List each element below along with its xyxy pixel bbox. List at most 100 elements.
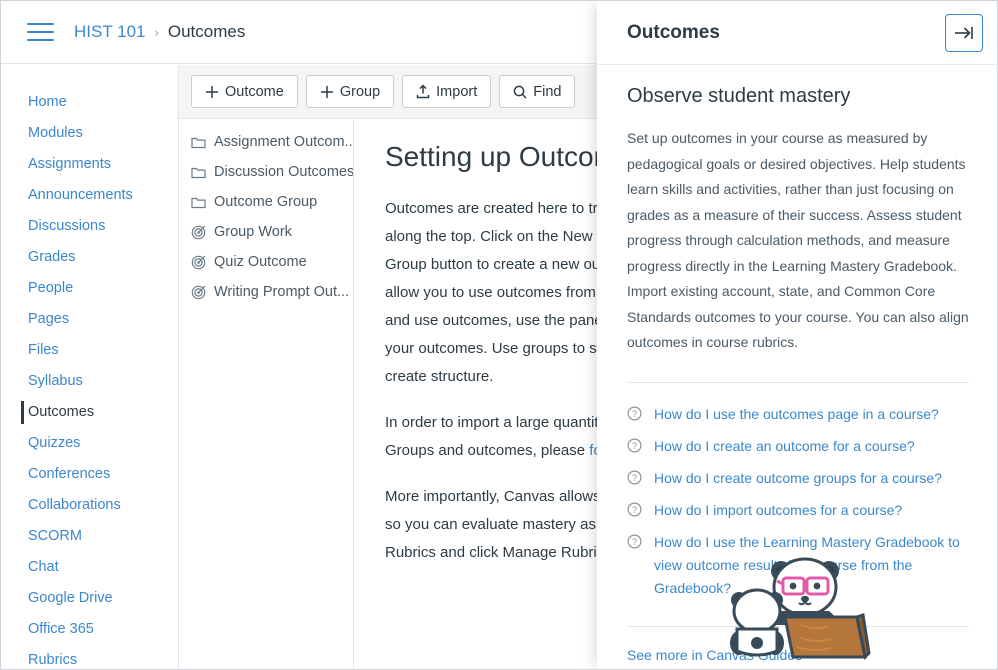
sidebar-item-label: Home (28, 94, 67, 110)
toolbar-button-label: Group (340, 84, 380, 100)
toolbar-button-label: Outcome (225, 84, 284, 100)
question-mark-circle-icon: ? (627, 406, 642, 426)
sidebar-item-files[interactable]: Files (1, 335, 178, 366)
sidebar-item-modules[interactable]: Modules (1, 118, 178, 149)
breadcrumb-course-link[interactable]: HIST 101 (74, 22, 146, 42)
sidebar-item-conferences[interactable]: Conferences (1, 459, 178, 490)
sidebar-item-syllabus[interactable]: Syllabus (1, 366, 178, 397)
outcome-target-icon (191, 285, 206, 300)
help-link-row: ? How do I use the outcomes page in a cou… (627, 403, 969, 426)
sidebar-item-label: Rubrics (28, 652, 77, 668)
help-link[interactable]: How do I use the Learning Mastery Gradeb… (654, 531, 969, 600)
breadcrumb-current: Outcomes (168, 22, 245, 42)
svg-text:?: ? (632, 537, 637, 547)
sidebar-item-label: Conferences (28, 466, 110, 482)
sidebar-item-label: Modules (28, 125, 83, 141)
svg-text:?: ? (632, 441, 637, 451)
outcome-list-item[interactable]: Assignment Outcom... (179, 127, 353, 157)
plus-icon (205, 85, 219, 99)
sidebar-item-chat[interactable]: Chat (1, 552, 178, 583)
help-tray-panel: Outcomes Observe student mastery Set up … (597, 1, 997, 669)
sidebar-item-quizzes[interactable]: Quizzes (1, 428, 178, 459)
svg-text:?: ? (632, 505, 637, 515)
help-links-list: ? How do I use the outcomes page in a cou… (627, 403, 969, 600)
sidebar-item-label: Announcements (28, 187, 133, 203)
canvas-outcomes-page: HIST 101 › Outcomes Home Modules Assignmen… (0, 0, 998, 670)
find-button[interactable]: Find (499, 75, 575, 108)
sidebar-item-outcomes[interactable]: Outcomes (1, 397, 178, 428)
tray-divider-top (627, 382, 969, 383)
outcome-directory-list: Assignment Outcom... Discussion Outcomes O… (179, 118, 354, 669)
sidebar-item-label: Office 365 (28, 621, 94, 637)
sidebar-item-label: Google Drive (28, 590, 113, 606)
folder-icon (191, 196, 206, 209)
tray-description: Set up outcomes in your course as measur… (627, 126, 969, 356)
outcome-list-item[interactable]: Group Work (179, 217, 353, 247)
outcome-list-item[interactable]: Writing Prompt Out... (179, 277, 353, 307)
sidebar-item-label: Files (28, 342, 59, 358)
help-link[interactable]: How do I use the outcomes page in a cour… (654, 403, 939, 426)
sidebar-item-people[interactable]: People (1, 273, 178, 304)
folder-icon (191, 166, 206, 179)
sidebar-item-label: SCORM (28, 528, 82, 544)
group-button[interactable]: Group (306, 75, 394, 108)
outcome-button[interactable]: Outcome (191, 75, 298, 108)
search-icon (513, 85, 527, 99)
sidebar-item-label: People (28, 280, 73, 296)
sidebar-item-label: Grades (28, 249, 76, 265)
sidebar-item-scorm[interactable]: SCORM (1, 521, 178, 552)
help-link-row: ? How do I import outcomes for a course? (627, 499, 969, 522)
sidebar-item-label: Discussions (28, 218, 105, 234)
plus-icon (320, 85, 334, 99)
help-link[interactable]: How do I create outcome groups for a cou… (654, 467, 942, 490)
question-mark-circle-icon: ? (627, 502, 642, 522)
outcome-list-item[interactable]: Quiz Outcome (179, 247, 353, 277)
outcome-list-item[interactable]: Discussion Outcomes (179, 157, 353, 187)
course-navigation: Home Modules Assignments Announcements Discu… (1, 65, 179, 670)
toolbar-button-label: Import (436, 84, 477, 100)
help-link[interactable]: How do I import outcomes for a course? (654, 499, 902, 522)
arrow-to-bar-right-icon[interactable] (945, 14, 983, 52)
svg-text:?: ? (632, 473, 637, 483)
upload-icon (416, 84, 430, 99)
sidebar-item-pages[interactable]: Pages (1, 304, 178, 335)
canvas-guides-link[interactable]: See more in Canvas Guides (627, 647, 802, 663)
import-button[interactable]: Import (402, 75, 491, 108)
sidebar-item-label: Pages (28, 311, 69, 327)
tray-title: Outcomes (627, 22, 720, 44)
chevron-right-icon: › (155, 25, 159, 40)
sidebar-item-label: Syllabus (28, 373, 83, 389)
sidebar-item-office-365[interactable]: Office 365 (1, 614, 178, 645)
outcome-target-icon (191, 255, 206, 270)
toolbar-button-label: Find (533, 84, 561, 100)
question-mark-circle-icon: ? (627, 438, 642, 458)
sidebar-item-home[interactable]: Home (1, 87, 178, 118)
sidebar-item-google-drive[interactable]: Google Drive (1, 583, 178, 614)
sidebar-item-announcements[interactable]: Announcements (1, 180, 178, 211)
tray-heading: Observe student mastery (627, 85, 969, 108)
sidebar-item-rubrics[interactable]: Rubrics (1, 645, 178, 670)
help-link[interactable]: How do I create an outcome for a course? (654, 435, 915, 458)
hamburger-icon[interactable] (27, 23, 54, 41)
outcome-list-item-label: Group Work (214, 224, 292, 240)
sidebar-item-label: Quizzes (28, 435, 80, 451)
sidebar-item-label: Assignments (28, 156, 111, 172)
outcome-target-icon (191, 225, 206, 240)
outcome-list-item-label: Assignment Outcom... (214, 134, 353, 150)
help-link-row: ? How do I create an outcome for a course… (627, 435, 969, 458)
folder-icon (191, 136, 206, 149)
sidebar-item-label: Outcomes (28, 404, 94, 420)
outcome-list-item[interactable]: Outcome Group (179, 187, 353, 217)
svg-text:?: ? (632, 409, 637, 419)
help-link-row: ? How do I create outcome groups for a co… (627, 467, 969, 490)
outcome-list-item-label: Discussion Outcomes (214, 164, 353, 180)
sidebar-item-assignments[interactable]: Assignments (1, 149, 178, 180)
outcome-list-item-label: Writing Prompt Out... (214, 284, 349, 300)
breadcrumb: HIST 101 › Outcomes (74, 22, 245, 42)
question-mark-circle-icon: ? (627, 534, 642, 554)
sidebar-item-grades[interactable]: Grades (1, 242, 178, 273)
tray-divider-bottom (627, 626, 969, 627)
help-link-row: ? How do I use the Learning Mastery Grade… (627, 531, 969, 600)
sidebar-item-collaborations[interactable]: Collaborations (1, 490, 178, 521)
sidebar-item-discussions[interactable]: Discussions (1, 211, 178, 242)
